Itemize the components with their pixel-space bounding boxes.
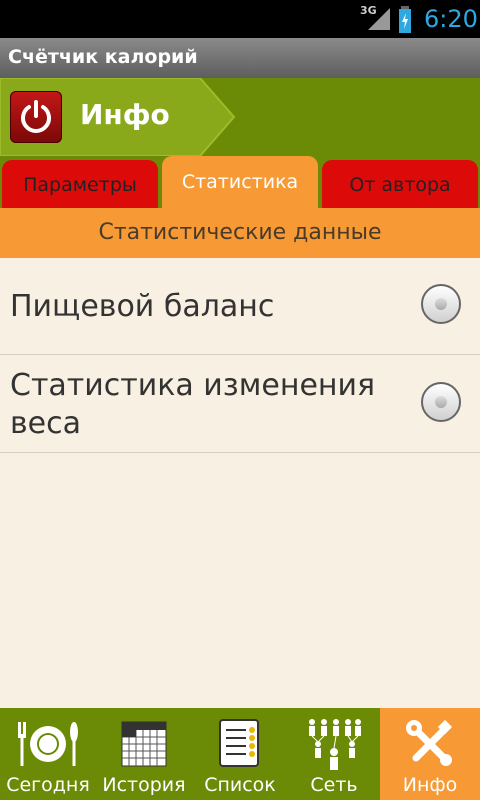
screen-header: Инфо <box>0 78 480 156</box>
tab-bar: Параметры Статистика От автора <box>0 156 480 208</box>
power-icon[interactable] <box>10 91 62 143</box>
battery-icon <box>399 6 411 33</box>
calendar-icon <box>121 721 167 767</box>
option-label-line1: Статистика изменения <box>10 368 376 403</box>
radio-button[interactable] <box>421 382 461 422</box>
nav-history[interactable]: История <box>96 708 192 800</box>
bottom-navigation: Сегодня История Список Сеть Инфо <box>0 708 480 800</box>
app-title-bar: Счётчик калорий <box>0 38 480 79</box>
people-network-icon <box>309 719 361 770</box>
tools-icon <box>406 719 453 766</box>
signal-icon <box>368 8 390 30</box>
option-weight-statistics[interactable]: Статистика изменения веса <box>0 355 480 453</box>
tab-statistics[interactable]: Статистика <box>162 156 318 208</box>
option-food-balance[interactable]: Пищевой баланс <box>0 258 480 355</box>
option-label: Пищевой баланс <box>10 289 275 324</box>
section-title: Статистические данные <box>98 220 382 245</box>
clock: 6:20 <box>424 5 478 33</box>
radio-button[interactable] <box>421 284 461 324</box>
nav-network[interactable]: Сеть <box>288 708 380 800</box>
header-arrow-shape <box>0 78 236 156</box>
tab-parameters[interactable]: Параметры <box>2 160 158 208</box>
tab-label: От автора <box>349 174 451 196</box>
nav-today[interactable]: Сегодня <box>0 708 96 800</box>
option-label-line2: веса <box>10 406 82 441</box>
tab-label: Параметры <box>23 174 137 196</box>
nav-label: История <box>102 774 186 796</box>
tab-label: Статистика <box>181 171 299 193</box>
plate-cutlery-icon <box>18 722 78 766</box>
nav-label: Список <box>204 774 276 796</box>
nav-label: Сегодня <box>6 774 90 796</box>
nav-label: Инфо <box>402 774 458 796</box>
nav-label: Сеть <box>310 774 358 796</box>
section-header: Статистические данные <box>0 208 480 258</box>
list-icon <box>219 719 259 767</box>
screen-title: Инфо <box>80 98 170 131</box>
app-title: Счётчик калорий <box>8 46 198 68</box>
nav-list[interactable]: Список <box>192 708 288 800</box>
status-bar: 3G 6:20 <box>0 0 480 38</box>
tab-author[interactable]: От автора <box>322 160 478 208</box>
nav-info[interactable]: Инфо <box>380 708 480 800</box>
